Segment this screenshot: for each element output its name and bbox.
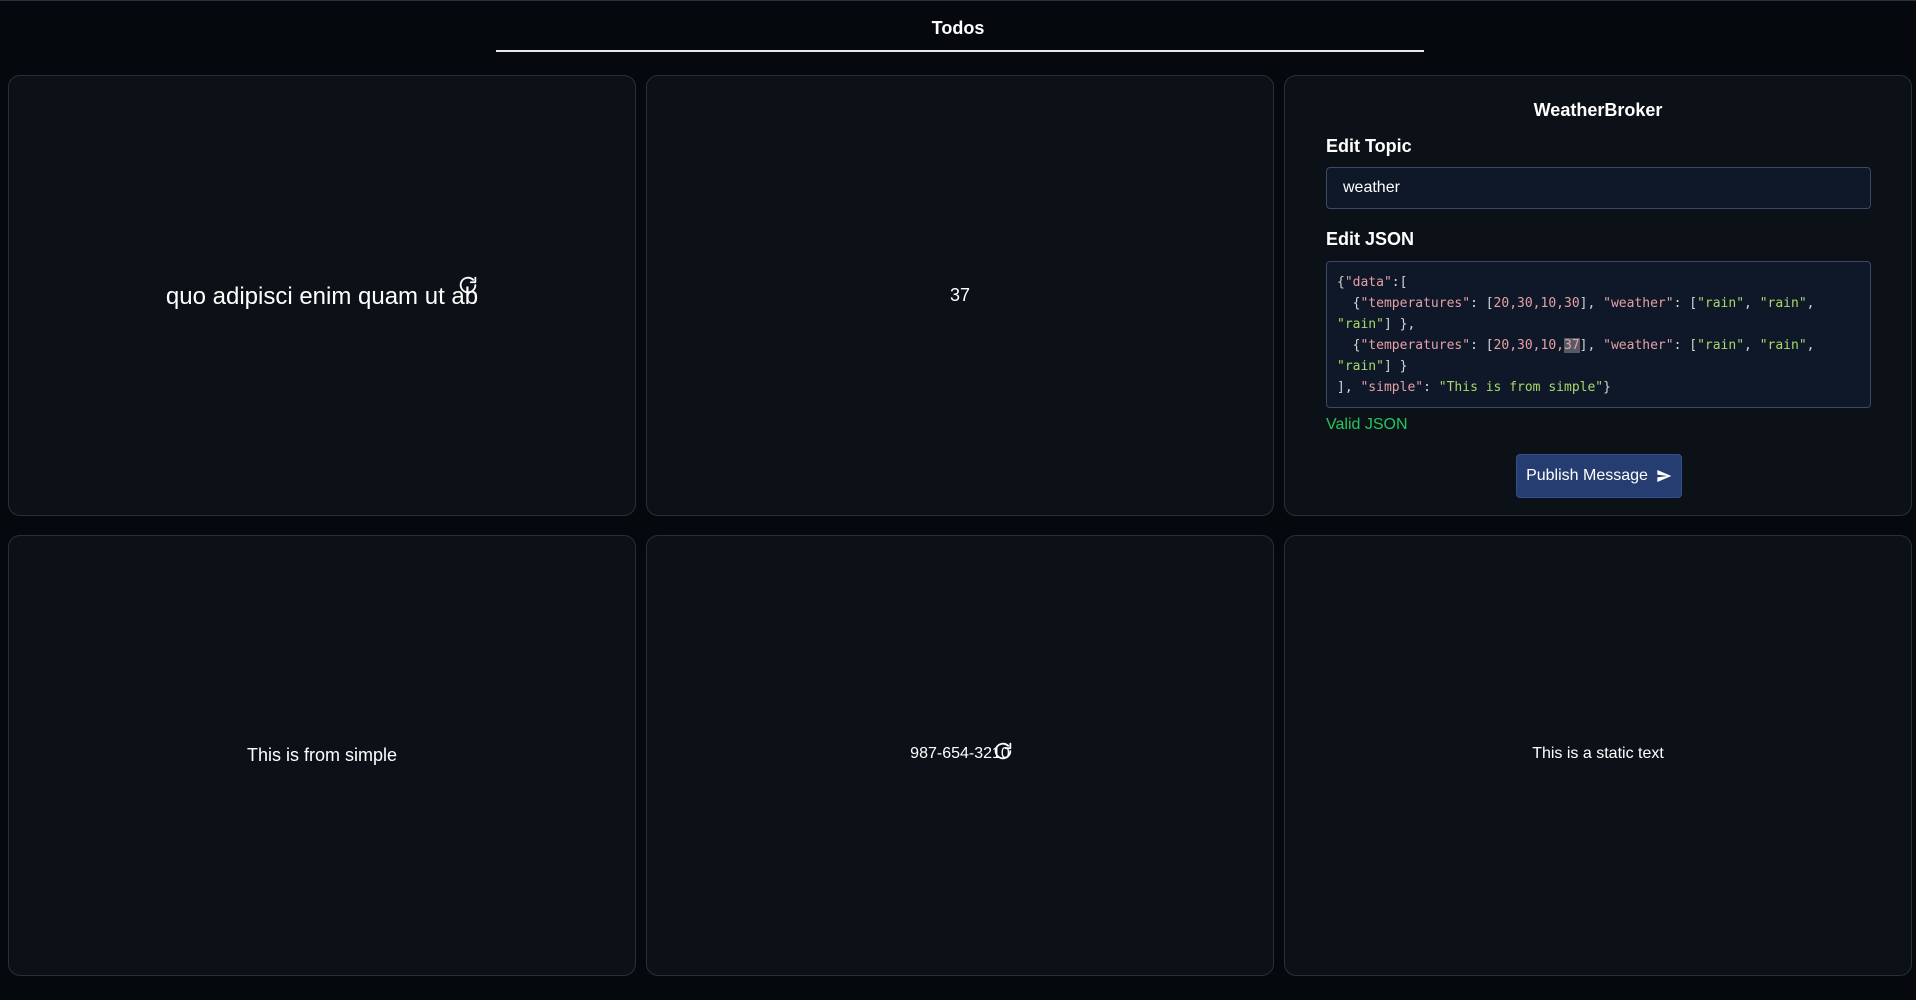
publish-message-button[interactable]: Publish Message: [1516, 454, 1682, 498]
widget-card-todo-title: quo adipisci enim quam ut ab: [8, 75, 636, 516]
simple-value-text: This is from simple: [246, 745, 398, 765]
edit-json-label: Edit JSON: [1326, 229, 1415, 249]
refresh-icon[interactable]: [992, 740, 1014, 762]
send-icon: [1657, 470, 1672, 482]
edit-topic-label: Edit Topic: [1326, 136, 1412, 156]
todo-title-text: quo adipisci enim quam ut ab: [165, 283, 479, 310]
json-valid-status: Valid JSON: [1326, 416, 1408, 433]
tab-todos[interactable]: Todos: [0, 18, 1916, 39]
json-selected-value: 37: [1564, 338, 1580, 353]
json-editor[interactable]: {"data":[ {"temperatures": [20,30,10,30]…: [1326, 261, 1871, 408]
widget-card-number: 37: [646, 75, 1274, 516]
weather-broker-editor-card: WeatherBroker Edit Topic Edit JSON {"dat…: [1284, 75, 1912, 516]
static-text: This is a static text: [1532, 745, 1664, 762]
phone-value-text: 987-654-3210: [910, 745, 1010, 762]
widget-card-phone: 987-654-3210: [646, 535, 1274, 976]
number-value-text: 37: [949, 285, 971, 305]
top-bar: Todos: [0, 0, 1916, 60]
refresh-icon[interactable]: [457, 274, 479, 296]
widget-card-static: This is a static text: [1284, 535, 1912, 976]
active-tab-indicator: [496, 50, 1424, 52]
topic-input[interactable]: [1326, 167, 1871, 209]
broker-title: WeatherBroker: [1533, 100, 1663, 120]
widget-card-simple: This is from simple: [8, 535, 636, 976]
publish-button-label: Publish Message: [1526, 467, 1648, 484]
